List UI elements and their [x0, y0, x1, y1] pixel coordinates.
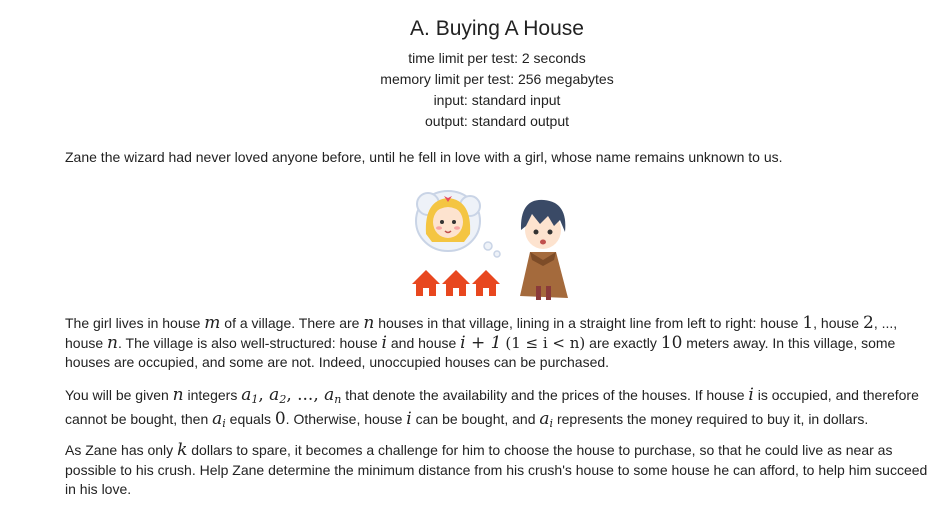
math-a: a: [324, 385, 335, 405]
math-a: a: [212, 408, 223, 429]
text: , ...,: [873, 315, 898, 331]
text: , house: [813, 315, 863, 331]
text: that denote the availability and the pri…: [341, 387, 749, 403]
math-a: a: [241, 385, 252, 405]
math-0: 0: [274, 408, 286, 429]
text: , ...,: [286, 385, 325, 405]
math-condition: (1 ≤ i < n): [505, 333, 586, 352]
statement-paragraph-2: You will be given n integers a1, a2, ...…: [65, 385, 933, 433]
math-a-i: ai: [212, 408, 226, 430]
math-n: n: [363, 313, 375, 333]
math-a-i: ai: [539, 408, 553, 430]
math-i-plus-1: i + 1: [460, 332, 502, 353]
text: house: [65, 334, 108, 351]
text: The girl lives in house: [65, 315, 205, 331]
math-n: n: [107, 332, 118, 353]
text: represents the money required to buy it,…: [553, 410, 869, 427]
text: . The village is also well-structured: h…: [118, 334, 382, 351]
math-1: 1: [802, 313, 814, 333]
math-a: a: [269, 385, 280, 405]
math-a: a: [539, 408, 550, 429]
text: can be bought, and: [411, 410, 540, 427]
problem-header: A. Buying A House time limit per test: 2…: [0, 14, 944, 132]
text: houses in that village, lining in a stra…: [374, 315, 803, 331]
math-n: n: [172, 385, 184, 405]
statement-paragraph-3: As Zane has only k dollars to spare, it …: [65, 440, 933, 500]
math-2: 2: [862, 313, 874, 333]
text: . Otherwise, house: [285, 410, 407, 427]
text: equals: [225, 410, 275, 427]
text: As Zane has only: [65, 442, 178, 458]
problem-title: A. Buying A House: [410, 17, 584, 40]
wizard-and-girl-houses-illustration: [412, 190, 568, 300]
math-k: k: [177, 440, 188, 460]
memory-limit: memory limit per test: 256 megabytes: [380, 71, 614, 87]
text: You will be given: [65, 387, 173, 403]
text: of a village. There are: [220, 315, 364, 331]
text: dollars to spare, it becomes a challenge…: [65, 442, 928, 497]
text: are exactly: [585, 334, 661, 351]
text: ,: [258, 385, 270, 405]
statement-intro: Zane the wizard had never loved anyone b…: [65, 149, 783, 165]
math-10: 10: [660, 332, 683, 353]
statement-paragraph-1: The girl lives in house m of a village. …: [65, 313, 933, 373]
house-row-icon: [412, 270, 500, 296]
time-limit: time limit per test: 2 seconds: [408, 50, 586, 66]
wizard-boy-icon: [520, 199, 568, 300]
text: integers: [183, 387, 242, 403]
math-m: m: [204, 313, 221, 333]
math-sequence: a1, a2, ..., an: [241, 385, 341, 406]
text: and house: [386, 334, 461, 351]
input-spec: input: standard input: [433, 92, 561, 108]
output-spec: output: standard output: [425, 113, 569, 129]
